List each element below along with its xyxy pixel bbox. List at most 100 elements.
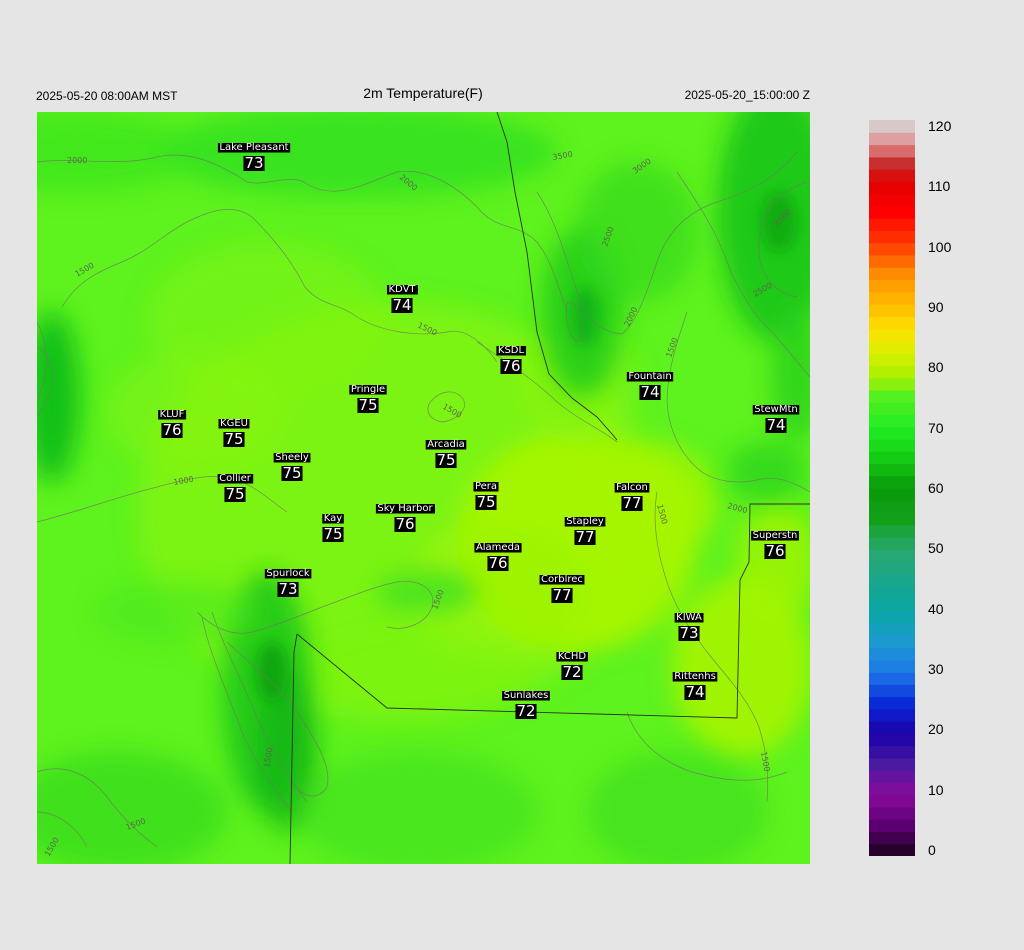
station-temperature: 75 [323,525,342,543]
colorbar-band [869,610,915,624]
station-temperature: 75 [282,464,301,482]
station-name: Pera [475,481,497,492]
colorbar-band [869,291,915,305]
colorbar-band [869,242,915,256]
contour-label: 2000 [67,156,87,165]
station-name: KGEU [220,418,248,429]
colorbar-tick-label: 60 [928,480,944,496]
station-temperature: 76 [395,515,414,533]
colorbar-band [869,573,915,587]
station-temperature: 73 [278,580,297,598]
colorbar-band [869,218,915,231]
colorbar-band [869,561,915,575]
colorbar-band [869,794,915,808]
station-name: Pringle [351,384,385,395]
colorbar-tick-label: 0 [928,842,936,858]
station-name: Sky Harbor [377,503,433,514]
station-pera: Pera75 [473,481,499,511]
station-name: Rittenhs [674,671,716,682]
colorbar-band [869,120,915,133]
station-temperature: 77 [622,494,641,512]
colorbar-band [869,353,915,366]
colorbar-band [869,254,915,268]
colorbar-band [869,402,915,415]
station-name: KSDL [498,345,525,356]
station-name: Corblrec [541,574,583,585]
colorbar-tick-label: 120 [928,118,952,134]
colorbar-band [869,475,915,489]
station-name: Collier [219,473,252,484]
colorbar-band [869,230,915,244]
colorbar-band [869,708,915,722]
colorbar-band [869,193,915,207]
colorbar-tick-label: 30 [928,661,944,677]
station-kiwa: KIWA73 [674,612,704,642]
colorbar-band [869,316,915,330]
station-temperature: 75 [436,451,455,469]
station-temperature: 74 [640,383,659,401]
colorbar-band [869,169,915,182]
station-name: KCHD [558,651,587,662]
colorbar-band [869,132,915,146]
station-temperature: 75 [476,493,495,511]
station-name: Lake Pleasant [219,142,288,153]
colorbar-band [869,205,915,219]
station-name: Superstn [753,530,798,541]
colorbar-band [869,488,915,501]
station-name: KDVT [388,284,416,295]
colorbar-band [869,463,915,477]
colorbar-band [869,721,915,734]
station-name: Spurlock [266,568,310,579]
colorbar-band [869,328,915,342]
colorbar-band [869,770,915,783]
station-temperature: 77 [552,586,571,604]
temperature-colorbar [869,120,915,856]
colorbar-band [869,537,915,550]
station-temperature: 76 [765,542,784,560]
station-name: Stapley [566,516,604,527]
colorbar-band [869,414,915,428]
colorbar-tick-label: 110 [928,178,951,195]
station-temperature: 73 [244,154,263,172]
station-temperature: 76 [488,554,507,572]
station-name: Alameda [476,542,520,553]
colorbar-band [869,304,915,317]
station-name: Falcon [616,482,648,493]
colorbar-band [869,843,915,856]
station-temperature: 77 [575,528,594,546]
colorbar-tick-label: 90 [928,299,944,315]
colorbar-tick-label: 10 [928,781,944,798]
colorbar-tick-label: 20 [928,721,944,738]
colorbar-band [869,586,915,599]
station-name: Kay [324,513,343,524]
colorbar-band [869,782,915,796]
colorbar-band [869,672,915,685]
station-temperature: 75 [358,396,377,414]
station-name: Sunlakes [504,690,549,701]
station-temperature: 75 [224,430,243,448]
station-temperature: 76 [501,357,520,375]
colorbar-tick-label: 80 [928,359,944,376]
station-kluf: KLUF76 [158,409,187,439]
colorbar-band [869,389,915,403]
colorbar-tick-label: 100 [928,238,952,255]
colorbar-band [869,733,915,747]
colorbar-band [869,684,915,698]
station-name: Fountain [628,371,671,382]
colorbar-band [869,451,915,465]
colorbar-band [869,696,915,710]
colorbar-band [869,745,915,759]
colorbar-band [869,659,915,673]
station-name: KLUF [160,409,185,420]
station-temperature: 74 [766,416,785,434]
colorbar-tick-label: 40 [928,600,944,617]
station-name: KIWA [676,612,702,623]
station-name: StewMtn [754,404,798,415]
colorbar-band [869,267,915,281]
colorbar-band [869,757,915,771]
station-name: Arcadia [427,439,465,450]
station-temperature: 75 [225,485,244,503]
colorbar-band [869,144,915,158]
colorbar-band [869,806,915,820]
station-name: Sheely [275,452,309,463]
